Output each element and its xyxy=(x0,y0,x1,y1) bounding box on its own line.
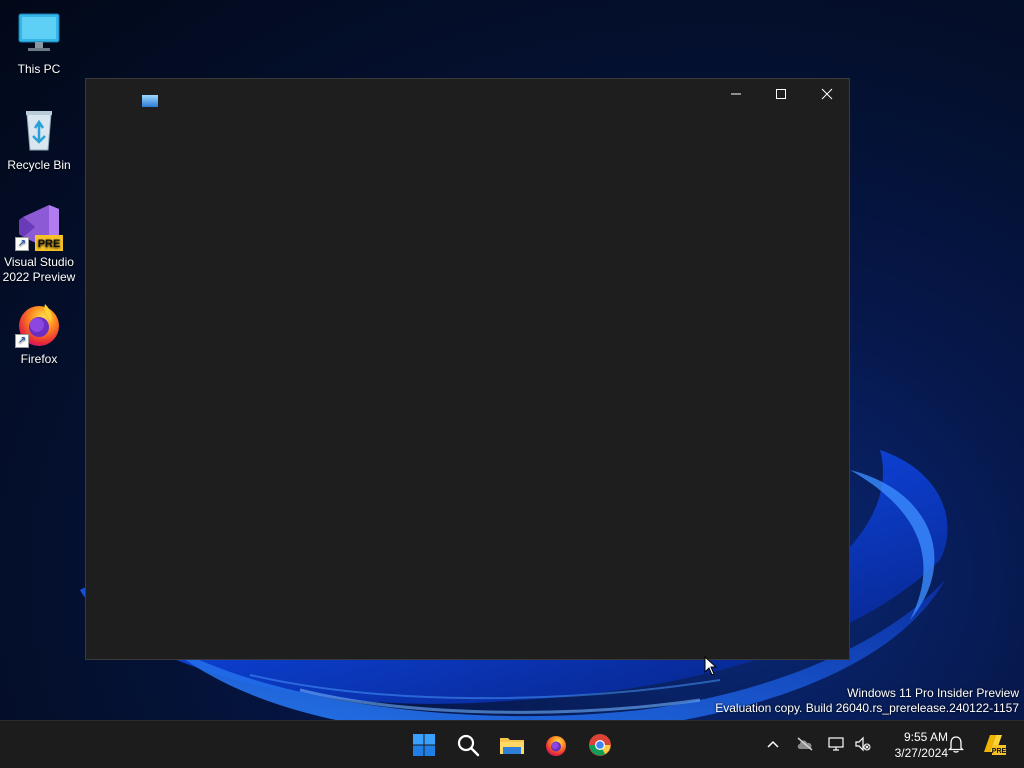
taskbar: 9:55 AM 3/27/2024 PRE xyxy=(0,720,1024,768)
minimize-button[interactable] xyxy=(713,79,759,109)
taskbar-clock[interactable]: 9:55 AM 3/27/2024 xyxy=(876,729,948,761)
maximize-icon xyxy=(776,89,786,99)
visual-studio-badge: PRE xyxy=(38,238,61,250)
visual-studio-preview-icon: PRE ↗ xyxy=(15,203,63,251)
chevron-up-icon xyxy=(767,740,779,748)
shortcut-arrow-icon: ↗ xyxy=(15,237,29,251)
watermark-line-1: Windows 11 Pro Insider Preview xyxy=(847,686,1019,700)
window-content[interactable] xyxy=(86,109,849,659)
firefox-icon: ↗ xyxy=(15,300,63,348)
chrome-taskbar-button[interactable] xyxy=(580,725,620,765)
notifications-button[interactable] xyxy=(945,733,967,755)
onedrive-tray-button[interactable] xyxy=(794,733,816,755)
desktop-icon-label: Firefox xyxy=(20,352,58,366)
window-titlebar[interactable] xyxy=(86,79,849,109)
close-icon xyxy=(821,88,833,100)
notification-bell-icon xyxy=(948,736,964,753)
volume-tray-button[interactable] xyxy=(852,733,874,755)
close-button[interactable] xyxy=(804,79,850,109)
app-window[interactable] xyxy=(85,78,850,660)
minimize-icon xyxy=(731,93,741,95)
desktop-icon-recycle-bin[interactable]: Recycle Bin xyxy=(0,106,78,173)
search-button[interactable] xyxy=(448,725,488,765)
copilot-button[interactable]: PRE xyxy=(980,733,1006,755)
volume-muted-icon xyxy=(855,736,871,752)
desktop-icon-label: Recycle Bin xyxy=(7,158,71,172)
clock-date: 3/27/2024 xyxy=(894,746,948,760)
recycle-bin-icon xyxy=(15,106,63,154)
start-button[interactable] xyxy=(404,725,444,765)
desktop-icon-visual-studio-preview[interactable]: PRE ↗ Visual Studio 2022 Preview xyxy=(0,203,78,285)
desktop-icon-this-pc[interactable]: This PC xyxy=(0,10,78,77)
network-icon xyxy=(828,737,844,751)
firefox-icon xyxy=(546,736,566,756)
clock-time: 9:55 AM xyxy=(903,730,948,744)
desktop-icon-firefox[interactable]: ↗ Firefox xyxy=(0,300,78,367)
folder-icon xyxy=(500,738,524,754)
app-icon xyxy=(142,95,158,107)
network-tray-button[interactable] xyxy=(826,733,848,755)
desktop-icon-label: This PC xyxy=(17,62,61,76)
maximize-button[interactable] xyxy=(758,79,804,109)
copilot-pre-icon: PRE xyxy=(984,735,1006,755)
watermark-line-2: Evaluation copy. Build 26040.rs_prerelea… xyxy=(715,701,1019,715)
show-hidden-icons-button[interactable] xyxy=(762,733,784,755)
svg-text:PRE: PRE xyxy=(992,748,1006,755)
windows-logo-icon xyxy=(413,734,435,756)
search-icon xyxy=(457,734,480,757)
firefox-taskbar-button[interactable] xyxy=(536,725,576,765)
this-pc-icon xyxy=(15,10,63,58)
file-explorer-button[interactable] xyxy=(492,725,532,765)
chrome-icon xyxy=(589,734,611,756)
mouse-cursor-icon xyxy=(704,656,718,676)
desktop-icon-label: Visual Studio 2022 Preview xyxy=(2,255,76,284)
shortcut-arrow-icon: ↗ xyxy=(15,334,29,348)
onedrive-offline-icon xyxy=(797,737,813,751)
os-watermark: Windows 11 Pro Insider Preview Evaluatio… xyxy=(715,686,1019,716)
